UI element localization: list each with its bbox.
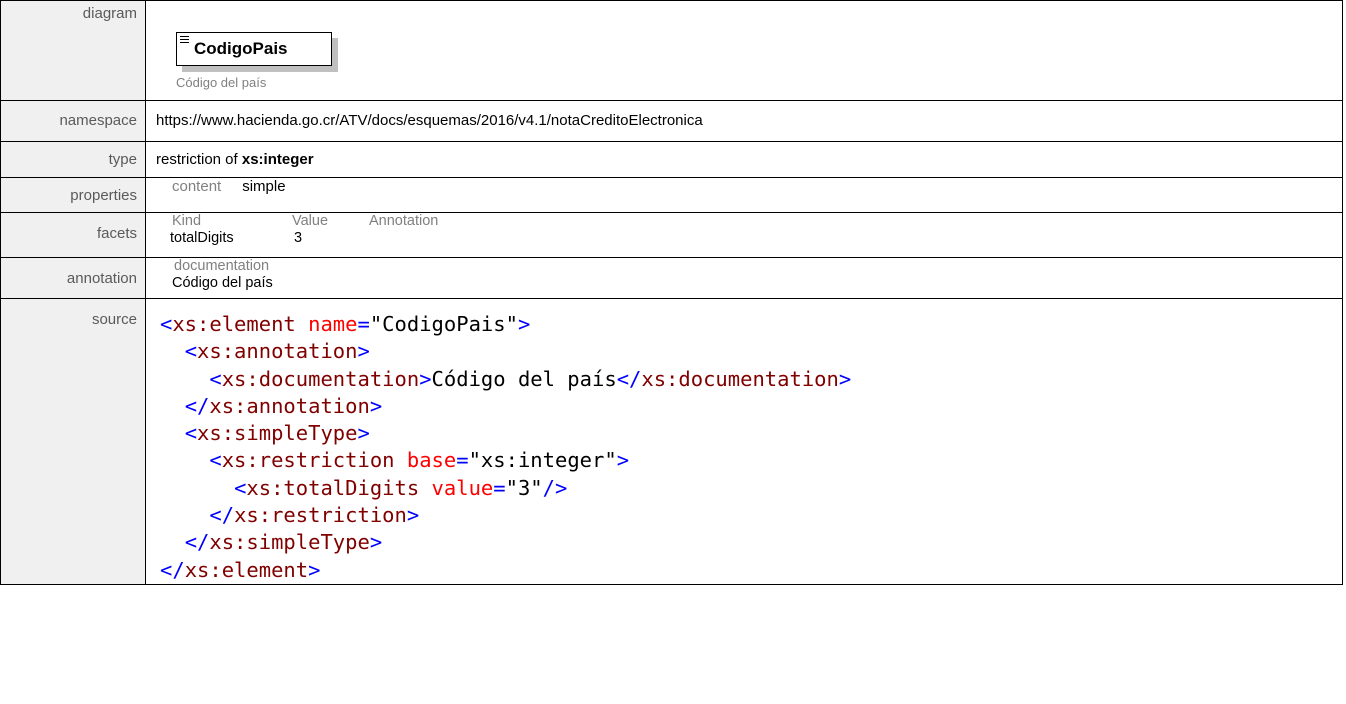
type-prefix: restriction of <box>156 151 242 168</box>
diagram-element-doc: Código del país <box>176 75 267 90</box>
xml-doc-text: Código del país <box>431 366 617 391</box>
namespace-value: https://www.hacienda.go.cr/ATV/docs/esqu… <box>145 100 1343 142</box>
annotation-text: Código del país <box>172 275 273 291</box>
xml-attr-value: CodigoPais <box>382 312 506 336</box>
facet-kind: totalDigits <box>170 230 234 246</box>
xml-digits-value: 3 <box>517 475 531 500</box>
row-label-facets: facets <box>0 212 146 258</box>
xml-base-value: xs:integer <box>480 448 605 473</box>
list-icon <box>180 36 189 45</box>
xml-tag: xs:element <box>172 312 296 336</box>
row-label-namespace: namespace <box>0 100 146 142</box>
facet-value: 3 <box>294 230 303 246</box>
row-label-properties: properties <box>0 177 146 213</box>
type-base-link[interactable]: xs:integer <box>242 151 314 168</box>
xml-source-code: <xs:element name="CodigoPais"> <xs:annot… <box>160 312 852 582</box>
annotation-key: documentation <box>174 258 270 274</box>
properties-value: content simple <box>145 177 1343 213</box>
element-diagram-box[interactable]: CodigoPais <box>176 32 332 66</box>
facets-header: Kind Value Annotation <box>170 213 1342 230</box>
facets-row: totalDigits 3 <box>170 230 1342 247</box>
properties-key: content <box>172 178 222 195</box>
facets-value: Kind Value Annotation totalDigits 3 <box>145 212 1343 258</box>
annotation-value: documentation Código del país <box>145 257 1343 299</box>
diagram-element-name: CodigoPais <box>194 39 288 58</box>
row-label-diagram: diagram <box>0 0 146 101</box>
row-label-type: type <box>0 141 146 178</box>
properties-val: simple <box>242 178 286 195</box>
diagram-cell: CodigoPais Código del país <box>145 0 1343 101</box>
row-label-annotation: annotation <box>0 257 146 299</box>
facets-header-annotation: Annotation <box>369 213 439 229</box>
xsd-element-table: diagram CodigoPais Código del país names… <box>0 0 1343 585</box>
type-value: restriction of xs:integer <box>145 141 1343 178</box>
row-label-source: source <box>0 298 146 585</box>
facets-header-value: Value <box>292 213 329 229</box>
source-cell: <xs:element name="CodigoPais"> <xs:annot… <box>145 298 1343 585</box>
facets-header-kind: Kind <box>172 213 202 229</box>
